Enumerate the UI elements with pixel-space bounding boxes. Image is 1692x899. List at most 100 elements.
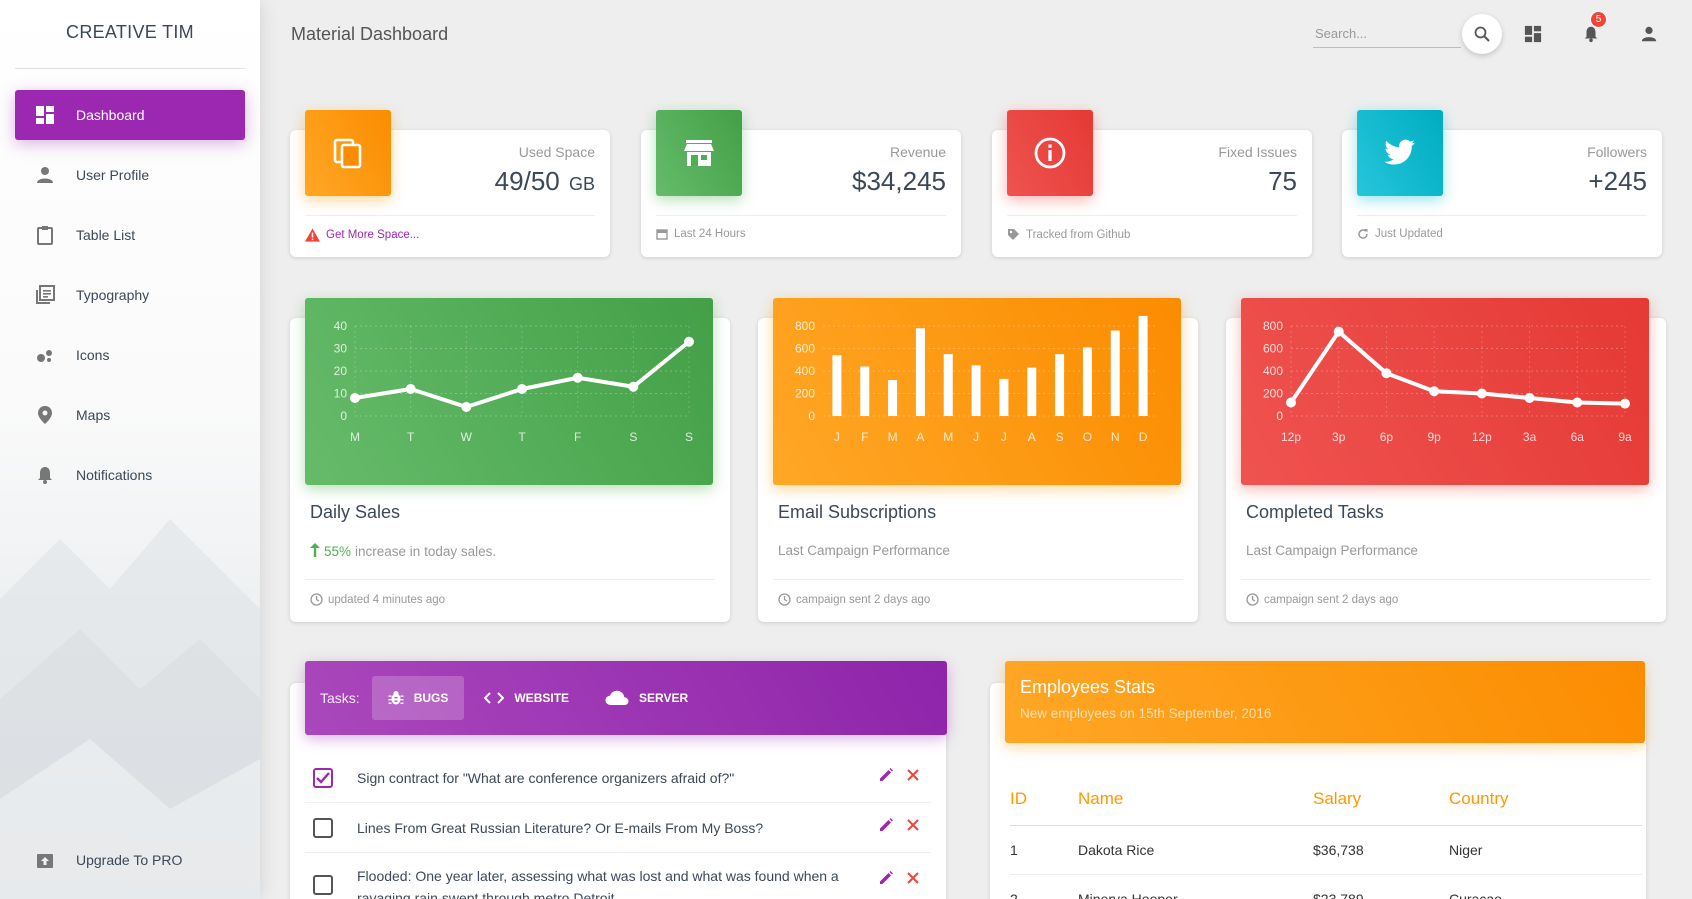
- tab-bugs[interactable]: BUGS: [371, 676, 465, 720]
- x-tick-label: 12p: [1281, 430, 1301, 444]
- x-tick-label: 12p: [1472, 430, 1492, 444]
- task-checkbox[interactable]: [313, 817, 333, 838]
- search-button[interactable]: [1462, 14, 1502, 54]
- y-tick-label: 600: [1263, 342, 1283, 356]
- close-icon[interactable]: [907, 871, 919, 890]
- y-tick-label: 10: [334, 387, 348, 401]
- task-checkbox[interactable]: [313, 875, 333, 895]
- card-footer: campaign sent 2 days ago: [1246, 593, 1398, 606]
- edit-icon[interactable]: [879, 871, 893, 890]
- card-footer: campaign sent 2 days ago: [778, 593, 930, 606]
- y-tick-label: 600: [795, 342, 815, 356]
- stat-footer: Just Updated: [1357, 228, 1443, 240]
- close-icon[interactable]: [907, 818, 919, 837]
- task-row: Flooded: One year later, assessing what …: [305, 855, 931, 899]
- sidebar-item-table-list[interactable]: Table List: [15, 210, 245, 260]
- divider: [1241, 579, 1651, 580]
- stat-footer: Get More Space...: [305, 228, 419, 242]
- sidebar-item-label: Notifications: [76, 467, 153, 483]
- sales-increase-value: 55%: [324, 544, 352, 559]
- tasks-label: Tasks:: [320, 690, 360, 706]
- x-tick-label: W: [461, 430, 473, 444]
- x-tick-label: 6p: [1380, 430, 1394, 444]
- y-tick-label: 400: [1263, 364, 1283, 378]
- card-subtitle: 55% increase in today sales.: [310, 543, 496, 560]
- card-footer-text: campaign sent 2 days ago: [1264, 593, 1399, 606]
- card-footer-text: updated 4 minutes ago: [328, 593, 446, 606]
- brand-logo-text[interactable]: CREATIVE TIM: [0, 22, 260, 43]
- account-button[interactable]: [1637, 22, 1661, 46]
- stat-footer-text: Last 24 Hours: [674, 228, 746, 240]
- tab-website[interactable]: WEBSITE: [468, 676, 585, 720]
- card-subtitle: Last Campaign Performance: [778, 543, 950, 558]
- employees-header: Employees Stats New employees on 15th Se…: [1005, 661, 1645, 743]
- y-tick-label: 20: [334, 364, 348, 378]
- unarchive-icon: [35, 850, 55, 870]
- stat-icon-tile: [656, 110, 742, 196]
- sidebar-item-maps[interactable]: Maps: [15, 390, 245, 440]
- card-title: Daily Sales: [310, 502, 401, 522]
- task-checkbox[interactable]: [313, 767, 333, 788]
- table-cell: Minerva Hooper: [1078, 874, 1313, 899]
- completed-tasks-chart: 800 600 400 200 0 12p 3p 6p 9p 12p 3a 6a 9a: [1241, 298, 1649, 485]
- email-subscriptions-card: 800 600 400 200 0 J F M A M J J A S O N D Email Subscrip…: [758, 298, 1198, 622]
- data-point: [1524, 393, 1535, 403]
- sidebar-item-dashboard[interactable]: Dashboard: [15, 90, 245, 140]
- stat-category: Followers: [1587, 144, 1647, 160]
- page-title[interactable]: Material Dashboard: [291, 24, 448, 45]
- email-subscriptions-chart: 800 600 400 200 0 J F M A M J J A S O N D: [773, 298, 1181, 485]
- get-more-space-link[interactable]: Get More Space...: [326, 229, 419, 241]
- y-tick-label: 0: [340, 409, 347, 423]
- library-books-icon: [35, 285, 55, 305]
- sidebar-item-typography[interactable]: Typography: [15, 270, 245, 320]
- x-tick-label: J: [973, 430, 979, 444]
- cloud-icon: [605, 690, 629, 706]
- bar: [888, 380, 898, 416]
- task-text: Sign contract for "What are conference o…: [357, 769, 735, 786]
- x-tick-label: D: [1139, 430, 1148, 444]
- tab-server[interactable]: SERVER: [589, 676, 704, 720]
- data-point: [1381, 368, 1392, 379]
- edit-icon[interactable]: [879, 818, 893, 837]
- divider: [305, 579, 715, 580]
- sidebar-item-user-profile[interactable]: User Profile: [15, 150, 245, 200]
- employees-table: ID Name Salary Country 1 Dakota Rice $36…: [1010, 773, 1642, 899]
- dashboard-nav-button[interactable]: [1521, 22, 1545, 46]
- bar: [860, 366, 870, 416]
- y-tick-label: 0: [808, 409, 815, 423]
- divider: [1007, 215, 1297, 216]
- edit-icon[interactable]: [879, 768, 893, 787]
- y-tick-label: 200: [1263, 387, 1283, 401]
- close-icon[interactable]: [907, 768, 919, 787]
- data-point: [1286, 397, 1296, 408]
- task-actions: [879, 768, 919, 787]
- stat-footer-text: Tracked from Github: [1026, 228, 1131, 241]
- sidebar-item-label: Table List: [76, 227, 136, 243]
- x-tick-label: A: [916, 430, 924, 444]
- calendar-icon: [656, 228, 668, 240]
- stat-category: Used Space: [518, 144, 595, 160]
- stat-icon-tile: [1007, 110, 1093, 196]
- stat-card-used-space: Used Space 49/50 GB Get More Space...: [290, 110, 610, 257]
- stat-category: Revenue: [889, 144, 946, 160]
- table-cell: $23,789: [1313, 874, 1449, 899]
- refresh-icon: [1357, 228, 1369, 240]
- stat-footer: Last 24 Hours: [656, 228, 746, 240]
- upgrade-to-pro-link[interactable]: Upgrade To PRO: [15, 835, 245, 885]
- card-title: Employees Stats: [1020, 677, 1156, 697]
- x-tick-label: A: [1028, 430, 1036, 444]
- sidebar: CREATIVE TIM Dashboard User Profile Tabl…: [0, 0, 260, 899]
- bubble-chart-icon: [35, 345, 55, 365]
- tag-icon: [1007, 228, 1020, 241]
- sidebar-item-notifications[interactable]: Notifications: [15, 450, 245, 500]
- column-header: Country: [1449, 773, 1642, 826]
- sidebar-item-label: Icons: [76, 347, 110, 363]
- table-cell: 1: [1010, 825, 1078, 875]
- card-title: Email Subscriptions: [778, 502, 937, 522]
- table-header-row: ID Name Salary Country: [1010, 773, 1642, 826]
- search-input[interactable]: Search...: [1313, 18, 1461, 48]
- bar: [1138, 315, 1148, 416]
- sidebar-item-icons[interactable]: Icons: [15, 330, 245, 380]
- y-tick-label: 30: [334, 342, 348, 356]
- clock-icon: [778, 593, 791, 606]
